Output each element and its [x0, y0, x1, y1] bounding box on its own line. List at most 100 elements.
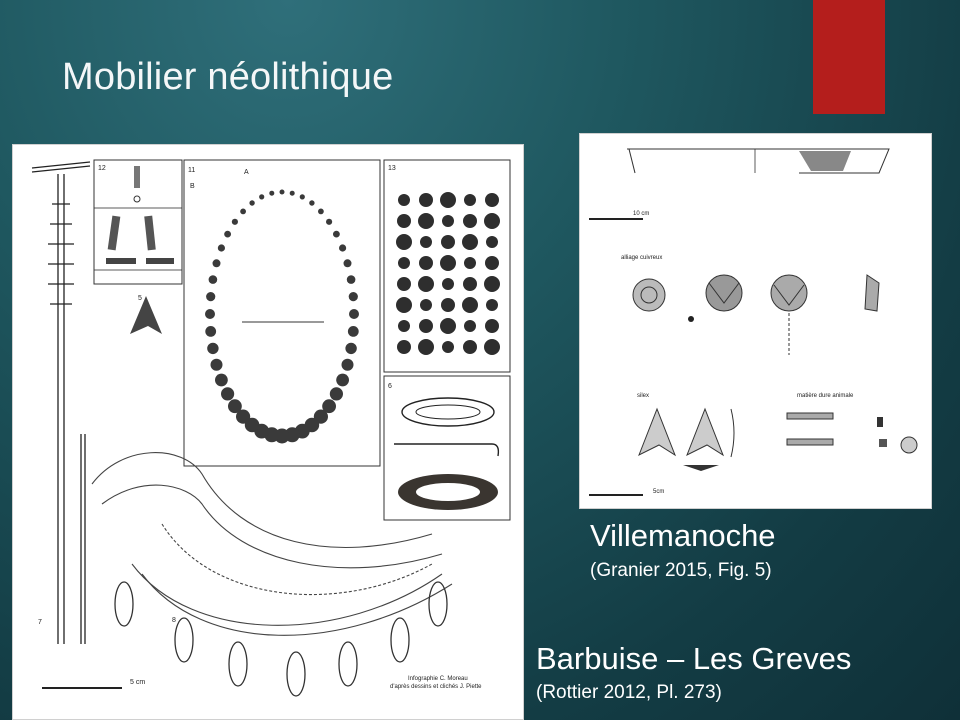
- button-disc: [462, 297, 478, 313]
- button-disc: [464, 257, 476, 269]
- villemanoche-caption: Villemanoche: [590, 518, 776, 553]
- bead: [289, 190, 295, 196]
- button-disc: [441, 298, 455, 312]
- button-disc: [440, 192, 456, 208]
- barbuise-scale-label: 5 cm: [130, 679, 145, 686]
- bead: [212, 259, 221, 268]
- barbuise-citation: (Rottier 2012, Pl. 273): [536, 682, 722, 703]
- villemanoche-drawing: 10 cm alliage cuivreux silex matière dur…: [589, 148, 918, 496]
- button-disc: [484, 213, 500, 229]
- bead: [318, 208, 324, 215]
- bead: [326, 218, 333, 225]
- button-disc: [442, 215, 454, 227]
- bead: [279, 189, 285, 195]
- button-disc: [418, 276, 434, 292]
- collar-drawing: [91, 452, 453, 636]
- villemanoche-scale-bottom: 5cm: [653, 489, 664, 495]
- bead: [346, 275, 356, 284]
- bead: [345, 342, 357, 355]
- button-disc: [398, 194, 410, 206]
- credit-line-2: d'après dessins et clichés J. Piette: [390, 684, 482, 690]
- button-disc: [396, 234, 412, 250]
- bead: [221, 387, 235, 401]
- panel-number-8: 8: [172, 617, 176, 624]
- bead: [231, 218, 238, 225]
- button-disc: [462, 234, 478, 250]
- button-disc: [463, 277, 477, 291]
- button-disc: [418, 339, 434, 355]
- necklace-beads: [205, 189, 359, 444]
- button-disc: [486, 236, 498, 248]
- button-disc: [486, 299, 498, 311]
- bead: [349, 309, 359, 319]
- pendant-ring: [286, 651, 306, 697]
- slide-title: Mobilier néolithique: [62, 56, 394, 98]
- bead: [269, 190, 275, 196]
- bead: [215, 373, 228, 387]
- button-disc: [396, 297, 412, 313]
- panel-number-11: 11: [188, 167, 195, 174]
- villemanoche-citation: (Granier 2015, Fig. 5): [590, 560, 772, 581]
- button-disc: [397, 340, 411, 354]
- bead: [240, 208, 247, 215]
- barbuise-caption: Barbuise – Les Greves: [536, 641, 852, 676]
- pendant-ring: [228, 641, 248, 687]
- bead: [343, 259, 352, 268]
- button-disc: [420, 299, 432, 311]
- pendant-ring: [390, 617, 410, 663]
- button-disc: [397, 277, 411, 291]
- credit-line-1: Infographie C. Moreau: [408, 676, 468, 682]
- button-disc: [464, 320, 476, 332]
- button-disc: [485, 319, 499, 333]
- villemanoche-scale-top: 10 cm: [633, 211, 649, 217]
- button-disc: [440, 255, 456, 271]
- panel-number-12: 12: [98, 165, 106, 172]
- pendant-ring: [428, 581, 448, 627]
- panel-number-6: 6: [388, 383, 392, 390]
- bead: [259, 194, 265, 200]
- button-disc: [397, 214, 411, 228]
- panel-number-5: 5: [138, 295, 142, 302]
- pendant-ring: [174, 617, 194, 663]
- bead: [339, 244, 347, 252]
- button-disc: [398, 257, 410, 269]
- bead: [205, 326, 217, 337]
- bead: [228, 399, 242, 414]
- button-disc: [440, 318, 456, 334]
- panel-number-7: 7: [38, 619, 42, 626]
- pendant-ring: [114, 581, 134, 627]
- bead: [348, 292, 358, 302]
- button-grid: [396, 192, 500, 355]
- button-disc: [442, 278, 454, 290]
- bead: [207, 342, 219, 355]
- button-disc: [420, 236, 432, 248]
- label-alliage-cuivreux: alliage cuivreux: [621, 255, 662, 261]
- bead: [309, 200, 315, 206]
- bead: [224, 230, 232, 238]
- bead: [341, 358, 354, 371]
- bead: [333, 230, 340, 238]
- button-disc: [419, 256, 433, 270]
- accent-bar: [813, 0, 885, 114]
- button-disc: [398, 320, 410, 332]
- pin-drawing: [31, 161, 91, 644]
- label-silex: silex: [637, 393, 649, 399]
- pendant-ring: [338, 641, 358, 687]
- bead: [208, 275, 218, 284]
- label-matiere-dure-animale: matière dure animale: [797, 393, 854, 399]
- button-disc: [441, 235, 455, 249]
- barbuise-drawing: 7 12 5 11 A B 13 6 8 5 cm Infographie C.…: [31, 159, 511, 697]
- button-disc: [418, 213, 434, 229]
- button-disc: [484, 339, 500, 355]
- bead: [206, 292, 216, 302]
- panel-number-13: 13: [388, 165, 396, 172]
- button-disc: [464, 194, 476, 206]
- button-disc: [442, 341, 454, 353]
- button-disc: [484, 276, 500, 292]
- button-disc: [485, 193, 499, 207]
- button-disc: [485, 256, 499, 270]
- view-a-label: A: [244, 169, 249, 176]
- bead: [336, 373, 349, 387]
- bead: [299, 194, 305, 200]
- view-b-label: B: [190, 183, 195, 190]
